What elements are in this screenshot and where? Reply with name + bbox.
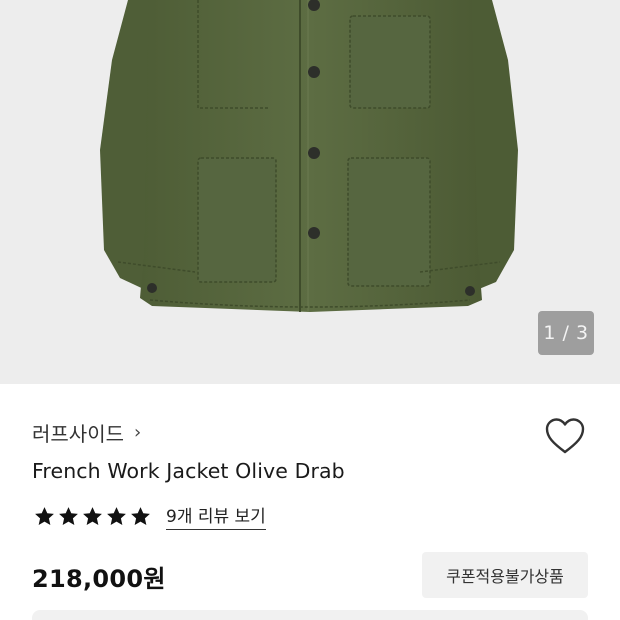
star-filled-icon [35,506,54,525]
brand-link[interactable]: 러프사이드 › [32,418,141,447]
rating-stars [33,505,152,528]
product-info: 러프사이드 › French Work Jacket Olive Drab 9개… [0,384,620,620]
product-title: French Work Jacket Olive Drab [32,459,345,483]
product-price: 218,000원 [32,565,166,593]
image-page-indicator: 1 / 3 [538,311,594,355]
next-section-box [32,610,588,620]
wishlist-button[interactable] [543,416,587,456]
product-image-gallery[interactable]: 1 / 3 [0,0,620,384]
heart-outline-icon [545,418,585,454]
review-link[interactable]: 9개 리뷰 보기 [166,502,266,530]
chevron-right-icon: › [134,422,142,443]
star-filled-icon [107,506,126,525]
brand-name: 러프사이드 [32,422,124,446]
product-image [100,0,518,312]
star-filled-icon [83,506,102,525]
product-rating: 9개 리뷰 보기 [33,502,266,530]
star-filled-icon [59,506,78,525]
star-filled-icon [131,506,150,525]
coupon-unavailable-badge: 쿠폰적용불가상품 [422,552,588,598]
